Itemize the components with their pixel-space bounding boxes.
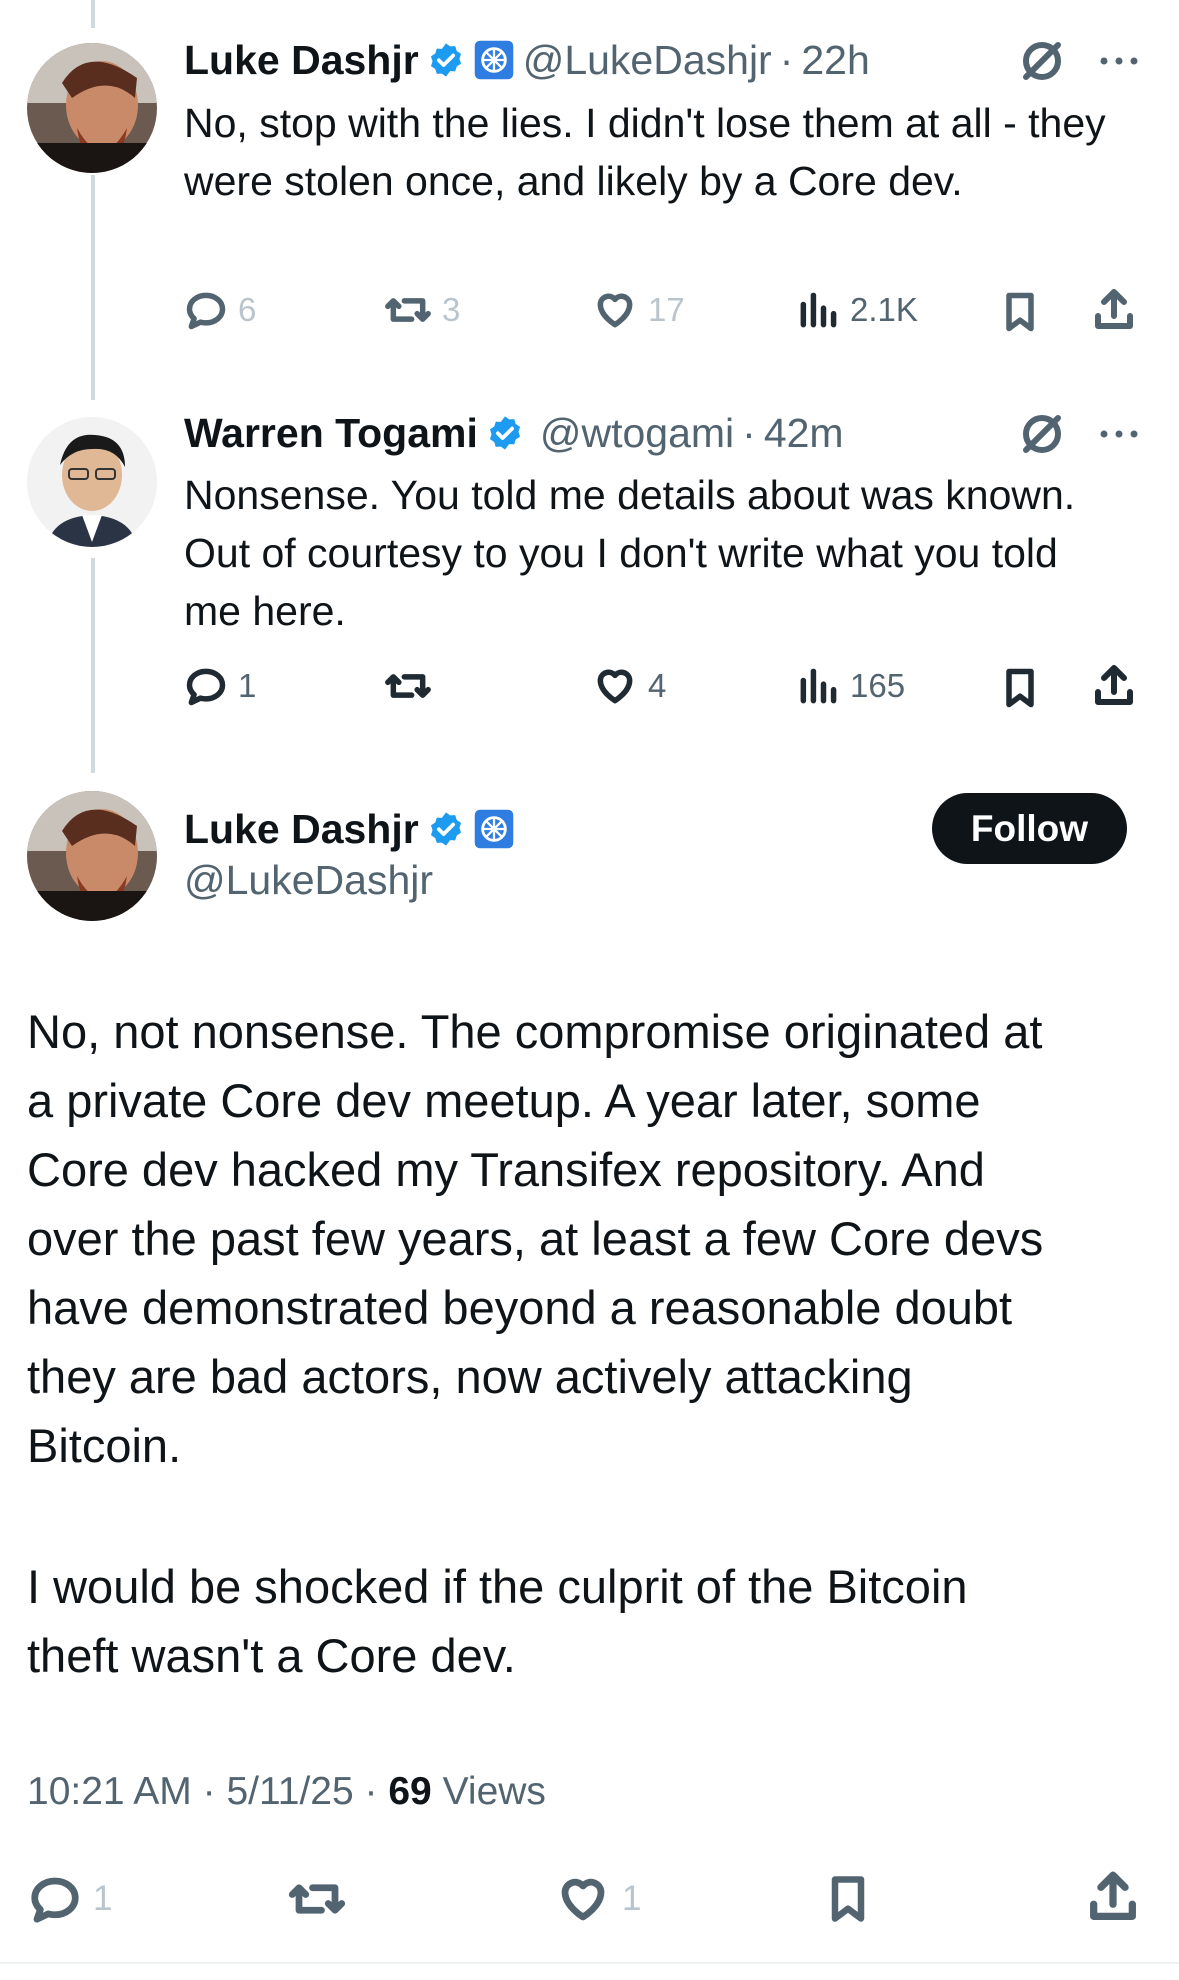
repost-icon (288, 1884, 346, 1914)
tweet2-view-count: 165 (850, 667, 906, 704)
tweet2-time[interactable]: 42m (764, 410, 844, 457)
verified-badge-icon (489, 416, 520, 450)
bookmark-icon[interactable] (998, 664, 1042, 712)
tweet1-repost-count: 3 (442, 291, 461, 328)
tweet2-reply-count: 1 (238, 667, 257, 704)
main-like-count: 1 (622, 1879, 642, 1918)
main-reply-count: 1 (93, 1879, 113, 1918)
main-repost-button[interactable] (287, 1872, 347, 1926)
avatar-luke[interactable] (27, 43, 157, 173)
tweet2-like-count: 4 (648, 667, 667, 704)
avatar-warren[interactable] (27, 417, 157, 547)
separator-dot: · (779, 36, 794, 83)
thread-line-2 (91, 558, 95, 773)
tweet1-views-button[interactable]: 2.1K (796, 288, 918, 332)
reply-icon (186, 668, 226, 706)
main-author-name[interactable]: Luke Dashjr (184, 806, 419, 853)
avatar-luke-main[interactable] (27, 791, 157, 921)
affiliate-logo-icon (474, 809, 513, 849)
main-reply-button[interactable]: 1 (27, 1872, 112, 1926)
main-text-paragraph-1: No, not nonsense. The compromise origina… (27, 1005, 1044, 1472)
main-handle[interactable]: @LukeDashjr (184, 857, 433, 904)
tweet1-time[interactable]: 22h (801, 37, 869, 84)
verified-badge-icon (430, 43, 461, 77)
repost-icon (385, 298, 431, 322)
heart-icon (597, 669, 633, 704)
post-views-label: Views (442, 1770, 546, 1813)
bookmark-icon[interactable] (822, 1870, 874, 1928)
tweet2-text: Nonsense. You told me details about was … (184, 472, 1076, 634)
thread-line-1 (91, 175, 95, 400)
tweet1-repost-button[interactable]: 3 (384, 288, 460, 332)
tweet2-views-button[interactable]: 165 (796, 664, 905, 708)
affiliate-logo-icon (474, 40, 513, 80)
more-options-icon[interactable] (1096, 421, 1142, 447)
reply-icon (186, 292, 226, 330)
tweet1-header: Luke Dashjr @LukeDashjr · 22h (184, 32, 870, 88)
tweet1-reply-count: 6 (238, 291, 257, 328)
grok-icon[interactable] (1018, 37, 1066, 85)
tweet2-like-button[interactable]: 4 (592, 664, 666, 708)
tweet1-like-count: 17 (648, 291, 685, 328)
main-like-button[interactable]: 1 (554, 1872, 641, 1926)
separator-dot: · (364, 1770, 389, 1813)
views-chart-icon (800, 668, 837, 704)
reply-icon (31, 1877, 79, 1923)
bookmark-icon[interactable] (998, 288, 1042, 336)
tweet1-like-button[interactable]: 17 (592, 288, 685, 332)
verified-badge-icon (430, 812, 461, 846)
tweet2-author-name[interactable]: Warren Togami (184, 410, 478, 457)
post-meta: 10:21 AM · 5/11/25 · 69 Views (27, 1770, 546, 1814)
share-icon[interactable] (1084, 1868, 1142, 1926)
heart-icon (597, 293, 633, 328)
tweet1-author-name[interactable]: Luke Dashjr (184, 37, 419, 84)
main-text-paragraph-2: I would be shocked if the culprit of the… (27, 1560, 968, 1682)
post-time[interactable]: 10:21 AM (27, 1770, 192, 1813)
thread-line-top (91, 0, 95, 28)
tweet2-repost-button[interactable] (384, 664, 442, 708)
separator-dot: · (742, 409, 756, 456)
tweet1-text: No, stop with the lies. I didn't lose th… (184, 100, 1106, 204)
main-header: Luke Dashjr (184, 801, 515, 857)
views-chart-icon (800, 292, 837, 328)
post-date[interactable]: 5/11/25 (226, 1770, 353, 1813)
tweet1-handle[interactable]: @LukeDashjr (523, 37, 772, 84)
tweet1-reply-button[interactable]: 6 (184, 288, 256, 332)
tweet2-header: Warren Togami @wtogami · 42m (184, 405, 844, 461)
share-icon[interactable] (1090, 286, 1138, 334)
heart-icon (561, 1878, 605, 1921)
tweet2-handle[interactable]: @wtogami (540, 410, 734, 457)
share-icon[interactable] (1090, 662, 1138, 710)
separator-dot: · (202, 1770, 227, 1813)
repost-icon (385, 674, 431, 698)
grok-icon[interactable] (1018, 410, 1066, 458)
post-view-count: 69 (388, 1770, 432, 1813)
more-options-icon[interactable] (1096, 48, 1142, 74)
bottom-divider (0, 1962, 1179, 1964)
tweet2-reply-button[interactable]: 1 (184, 664, 256, 708)
tweet1-view-count: 2.1K (850, 291, 918, 328)
follow-button[interactable]: Follow (932, 793, 1127, 864)
